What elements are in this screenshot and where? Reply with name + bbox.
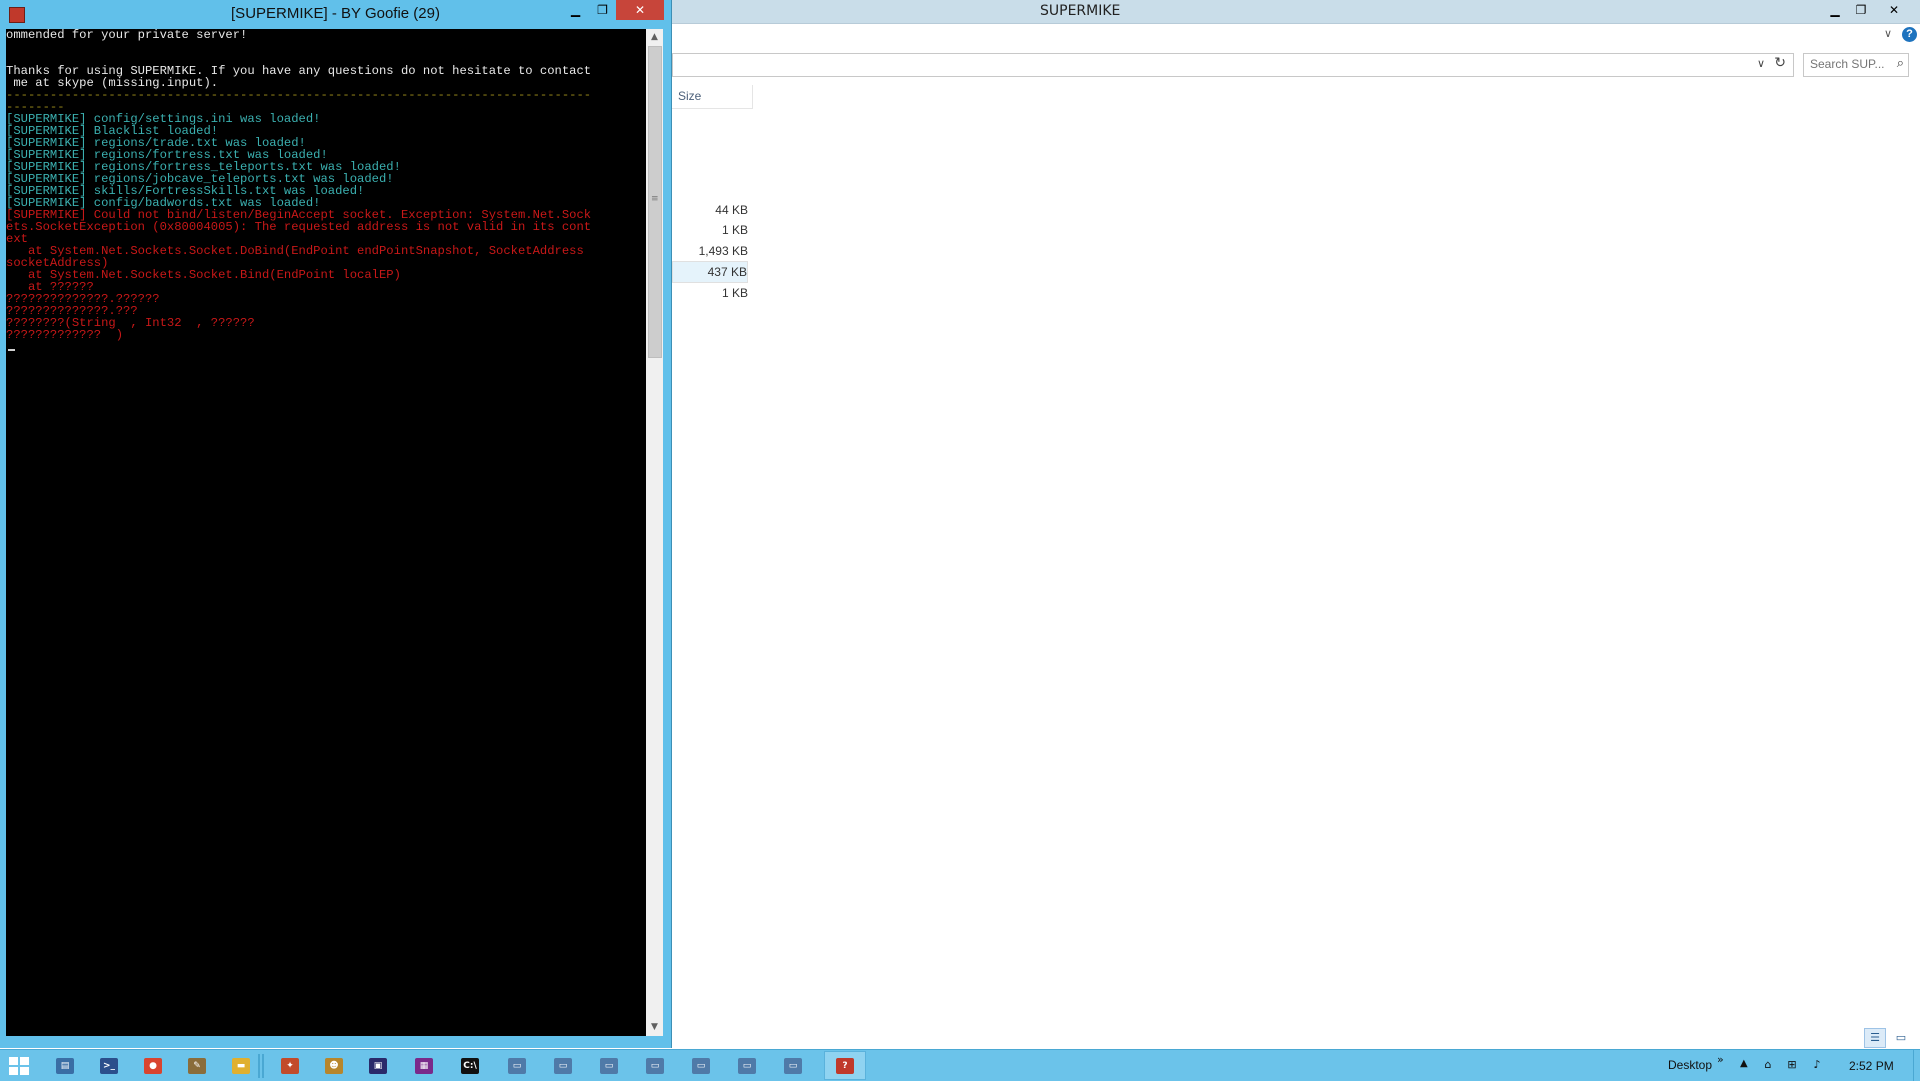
desktop-toolbar-label[interactable]: Desktop xyxy=(1668,1058,1712,1072)
chrome-icon: ● xyxy=(144,1057,162,1074)
file-size-cell-selected[interactable]: 437 KB xyxy=(672,261,748,283)
grip-icon: ≡ xyxy=(651,194,659,204)
console-window: [SUPERMIKE] - BY Goofie (29) ▁ ❐ ✕ ommen… xyxy=(0,0,672,1048)
toolbar-overflow-icon[interactable]: » xyxy=(1717,1053,1724,1066)
taskbar-item[interactable]: ▬ xyxy=(220,1051,262,1080)
chevron-down-icon[interactable]: ∨ xyxy=(1757,57,1765,70)
taskbar-item[interactable]: ▭ xyxy=(588,1051,630,1080)
taskbar-item[interactable]: ▭ xyxy=(772,1051,814,1080)
file-size-cell[interactable]: 1 KB xyxy=(672,220,748,240)
minimize-button[interactable]: ▁ xyxy=(1822,0,1848,20)
window-icon: ▭ xyxy=(738,1057,756,1074)
ribbon-row: ∨ ? xyxy=(672,24,1920,46)
taskbar-item[interactable]: ✎ xyxy=(176,1051,218,1080)
file-size-cell[interactable]: 1 KB xyxy=(672,283,748,303)
supermike-icon: ? xyxy=(836,1057,854,1074)
scroll-down-icon[interactable]: ▼ xyxy=(646,1019,663,1036)
show-desktop-button[interactable] xyxy=(1913,1050,1920,1081)
console-output[interactable]: ommended for your private server! Thanks … xyxy=(6,29,646,1036)
start-button[interactable] xyxy=(6,1054,30,1078)
search-icon[interactable]: ⌕ xyxy=(1897,56,1904,71)
large-icons-view-icon[interactable]: ▭ xyxy=(1890,1028,1912,1048)
explorer-title: SUPERMIKE xyxy=(1040,3,1121,19)
address-bar[interactable]: ∨ ↻ xyxy=(672,53,1794,77)
taskbar-item[interactable]: ▤ xyxy=(44,1051,86,1080)
character-icon: ☻ xyxy=(325,1057,343,1074)
window-icon: ▭ xyxy=(554,1057,572,1074)
search-box[interactable]: ⌕ xyxy=(1803,53,1909,77)
console-line: at System.Net.Sockets.Socket.Bind(EndPoi… xyxy=(6,268,401,282)
taskbar-item[interactable]: ▭ xyxy=(634,1051,676,1080)
monitor-icon: ▣ xyxy=(369,1057,387,1074)
taskbar-item[interactable]: ? xyxy=(824,1051,866,1080)
network-icon: ✦ xyxy=(281,1057,299,1074)
view-switcher: ☰ ▭ xyxy=(1864,1028,1912,1048)
taskbar-item[interactable]: ✦ xyxy=(269,1051,311,1080)
cmd-icon: C:\ xyxy=(461,1057,479,1074)
help-icon[interactable]: ? xyxy=(1902,27,1917,42)
windows-logo-icon xyxy=(9,1067,18,1075)
expand-ribbon-icon[interactable]: ∨ xyxy=(1884,27,1892,40)
taskbar-item[interactable]: ▭ xyxy=(726,1051,768,1080)
network-tray-icon[interactable]: ⌂ xyxy=(1760,1058,1776,1072)
windows-logo-icon xyxy=(20,1057,29,1065)
windows-logo-icon xyxy=(9,1057,18,1065)
search-input[interactable] xyxy=(1810,56,1888,72)
volume-tray-icon[interactable]: ♪ xyxy=(1809,1058,1825,1072)
console-line: ets.SocketException (0x80004005): The re… xyxy=(6,220,592,234)
windows-logo-icon xyxy=(20,1067,29,1075)
console-scrollbar[interactable]: ▲ ≡ ▼ xyxy=(646,29,663,1036)
archive-icon: ▦ xyxy=(415,1057,433,1074)
restore-button[interactable]: ❐ xyxy=(1848,0,1874,20)
console-window-controls: ▁ ❐ ✕ xyxy=(562,0,664,20)
close-button[interactable]: ✕ xyxy=(616,0,664,20)
window-icon: ▭ xyxy=(600,1057,618,1074)
text-cursor xyxy=(8,349,15,351)
taskbar-item[interactable]: ▭ xyxy=(496,1051,538,1080)
file-size-cell[interactable]: 44 KB xyxy=(672,200,748,220)
tool-icon: ✎ xyxy=(188,1057,206,1074)
column-header-size[interactable]: Size xyxy=(672,85,753,109)
taskbar-item[interactable]: ▣ xyxy=(357,1051,399,1080)
console-line: ----------------------------------------… xyxy=(6,88,592,102)
column-header-label: Size xyxy=(678,89,702,103)
taskbar-item[interactable]: >_ xyxy=(88,1051,130,1080)
window-icon: ▭ xyxy=(646,1057,664,1074)
taskbar-separator xyxy=(258,1054,260,1078)
taskbar-item[interactable]: ▭ xyxy=(542,1051,584,1080)
folder-icon: ▬ xyxy=(232,1057,250,1074)
file-size-cell[interactable]: 1,493 KB xyxy=(672,241,748,261)
window-icon: ▭ xyxy=(784,1057,802,1074)
taskbar: ▤ >_ ● ✎ ▬ ✦ ☻ ▣ ▦ C:\ ▭ ▭ ▭ ▭ ▭ ▭ ▭? Desktop » ▲ ⌂ ⊞ ♪ 2:… xyxy=(0,1049,1920,1081)
details-view-icon[interactable]: ☰ xyxy=(1864,1028,1886,1048)
lan-tray-icon[interactable]: ⊞ xyxy=(1784,1058,1800,1072)
powershell-icon: >_ xyxy=(100,1057,118,1074)
taskbar-item[interactable]: ● xyxy=(132,1051,174,1080)
console-titlebar[interactable]: [SUPERMIKE] - BY Goofie (29) ▁ ❐ ✕ xyxy=(0,0,671,28)
scroll-thumb[interactable]: ≡ xyxy=(648,46,662,358)
window-icon: ▭ xyxy=(508,1057,526,1074)
server-manager-icon: ▤ xyxy=(56,1057,74,1074)
taskbar-separator xyxy=(262,1054,264,1078)
clock[interactable]: 2:52 PM xyxy=(1849,1059,1894,1073)
refresh-icon[interactable]: ↻ xyxy=(1774,55,1786,71)
window-icon: ▭ xyxy=(692,1057,710,1074)
taskbar-item[interactable]: C:\ xyxy=(449,1051,491,1080)
taskbar-item[interactable]: ▦ xyxy=(403,1051,445,1080)
scroll-up-icon[interactable]: ▲ xyxy=(646,29,663,46)
close-button[interactable]: ✕ xyxy=(1874,0,1914,20)
console-line: ommended for your private server! xyxy=(6,29,248,42)
minimize-button[interactable]: ▁ xyxy=(562,0,589,20)
taskbar-item[interactable]: ▭ xyxy=(680,1051,722,1080)
show-hidden-icons-icon[interactable]: ▲ xyxy=(1740,1058,1748,1069)
taskbar-item[interactable]: ☻ xyxy=(313,1051,355,1080)
console-line: ????????????? ) xyxy=(6,328,124,342)
restore-button[interactable]: ❐ xyxy=(589,0,616,20)
explorer-window-controls: ▁ ❐ ✕ xyxy=(1822,0,1914,20)
